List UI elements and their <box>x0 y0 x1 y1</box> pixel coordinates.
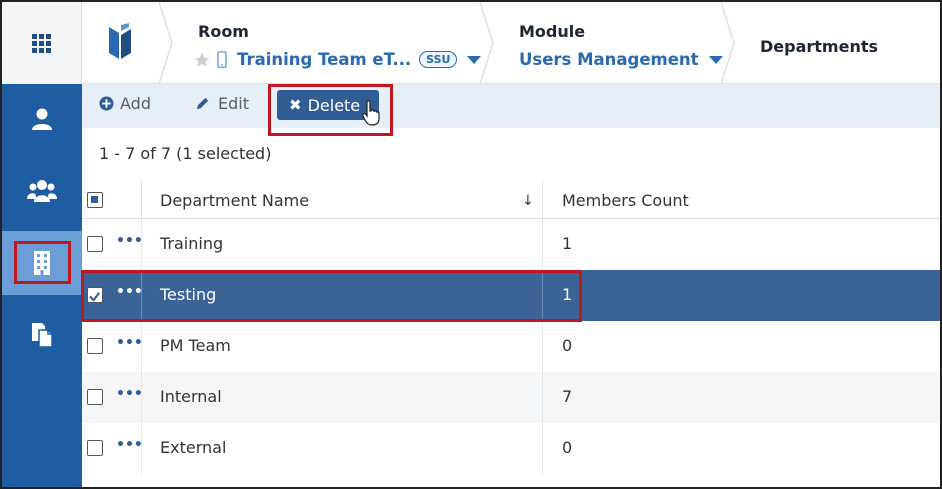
row-checkbox[interactable] <box>87 236 103 252</box>
logo-icon <box>109 23 131 59</box>
indeterminate-mark-icon <box>91 196 98 203</box>
table-row[interactable]: ••• Internal 7 <box>82 372 940 423</box>
members-count-cell: 1 <box>562 234 573 253</box>
app-window: Room Training Team eT... SSU Module User… <box>0 0 942 489</box>
breadcrumb-separator <box>479 2 494 84</box>
department-name-cell: PM Team <box>160 336 231 355</box>
module-selector[interactable]: Users Management <box>519 50 723 69</box>
column-divider <box>542 321 543 372</box>
row-checkbox[interactable] <box>87 440 103 456</box>
table-row[interactable]: ••• External 0 <box>82 423 940 474</box>
breadcrumb-room: Room Training Team eT... SSU <box>178 2 482 84</box>
row-menu-icon[interactable]: ••• <box>116 233 143 249</box>
grid-header: Department Name ↓ Members Count <box>82 181 940 219</box>
row-checkbox[interactable] <box>87 389 103 405</box>
documents-icon <box>32 323 53 348</box>
add-button[interactable]: Add <box>99 94 151 113</box>
star-icon[interactable] <box>193 51 211 69</box>
toolbar: Add Edit ✖ Delete <box>82 84 940 128</box>
sidebar <box>2 84 82 487</box>
breadcrumb-module: Module Users Management <box>499 2 723 84</box>
select-all-checkbox[interactable] <box>87 192 103 208</box>
plus-circle-icon <box>99 96 114 111</box>
column-divider <box>542 372 543 423</box>
app-launcher-button[interactable] <box>2 2 82 84</box>
sidebar-highlight-annotation <box>14 241 71 284</box>
row-menu-icon[interactable]: ••• <box>116 386 143 402</box>
members-count-cell: 0 <box>562 336 573 355</box>
sort-arrow-icon[interactable]: ↓ <box>522 193 534 209</box>
room-selector[interactable]: Training Team eT... SSU <box>193 50 482 69</box>
members-count-cell: 7 <box>562 387 573 406</box>
department-name-cell: Internal <box>160 387 222 406</box>
sidebar-item-documents[interactable] <box>2 303 82 367</box>
apps-grid-icon <box>32 33 51 53</box>
module-label: Module <box>519 22 586 41</box>
row-checkbox[interactable] <box>87 338 103 354</box>
users-group-icon <box>27 180 57 202</box>
user-icon <box>32 108 52 130</box>
column-header-members-count[interactable]: Members Count <box>562 191 689 210</box>
ssu-badge: SSU <box>419 51 458 68</box>
mobile-device-icon <box>217 50 227 68</box>
column-divider <box>141 372 142 423</box>
sidebar-item-groups[interactable] <box>2 159 82 223</box>
row-menu-icon[interactable]: ••• <box>116 437 143 453</box>
room-label: Room <box>198 22 249 41</box>
members-count-cell: 0 <box>562 438 573 457</box>
delete-highlight-annotation <box>268 84 393 136</box>
page-title: Departments <box>760 37 879 56</box>
table-row[interactable]: ••• Training 1 <box>82 219 940 270</box>
column-header-department-name[interactable]: Department Name <box>160 191 309 210</box>
edit-label: Edit <box>218 94 249 113</box>
add-label: Add <box>120 94 151 113</box>
department-name-cell: Training <box>160 234 224 253</box>
pencil-icon <box>196 97 209 110</box>
breadcrumb-departments: Departments <box>740 2 940 84</box>
top-header: Room Training Team eT... SSU Module User… <box>2 2 940 84</box>
module-name: Users Management <box>519 50 699 69</box>
selected-row-highlight-annotation <box>81 270 582 322</box>
breadcrumb-separator <box>158 2 173 84</box>
department-name-cell: External <box>160 438 227 457</box>
column-divider <box>141 321 142 372</box>
column-divider <box>141 423 142 474</box>
column-divider <box>542 219 543 270</box>
row-menu-icon[interactable]: ••• <box>116 335 143 351</box>
column-divider <box>141 219 142 270</box>
sidebar-item-users[interactable] <box>2 87 82 151</box>
edit-button[interactable]: Edit <box>195 94 249 113</box>
column-divider <box>542 423 543 474</box>
room-name: Training Team eT... <box>237 50 412 69</box>
breadcrumb-separator <box>720 2 735 84</box>
table-row[interactable]: ••• PM Team 0 <box>82 321 940 372</box>
selection-count: 1 - 7 of 7 (1 selected) <box>99 144 272 163</box>
app-logo[interactable] <box>82 2 158 84</box>
departments-grid: Department Name ↓ Members Count ••• Train… <box>82 181 940 487</box>
